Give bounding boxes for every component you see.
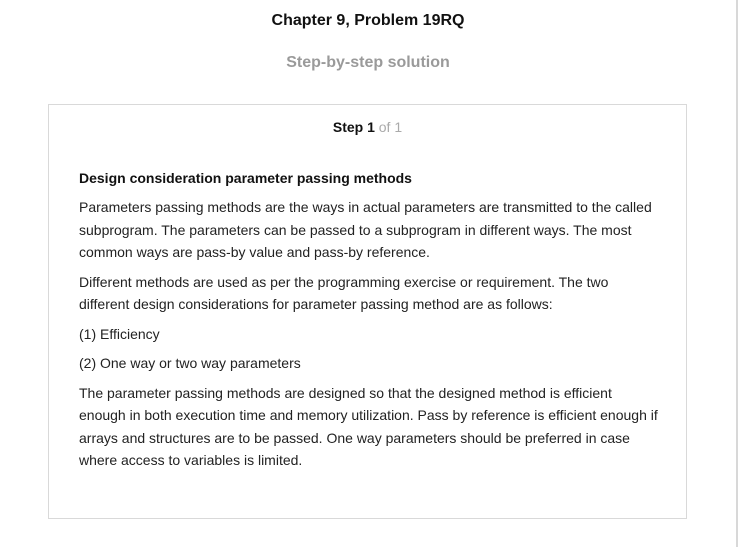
step-of-total: of 1	[378, 119, 403, 135]
chapter-title: Chapter 9, Problem 19RQ	[271, 12, 465, 29]
step-paragraph-1: Parameters passing methods are the ways …	[79, 199, 652, 260]
step-paragraph-3: The parameter passing methods are design…	[79, 384, 658, 469]
list-item-one-way-two-way: (2) One way or two way parameters	[79, 355, 301, 371]
step-card: Step 1 of 1 Design consideration paramet…	[48, 104, 687, 519]
step-body: Design consideration parameter passing m…	[79, 167, 659, 479]
solution-subtitle: Step-by-step solution	[286, 54, 450, 71]
step-label: Step 1	[332, 119, 375, 135]
step-paragraph-2: Different methods are used as per the pr…	[79, 273, 609, 313]
list-item-efficiency: (1) Efficiency	[79, 325, 160, 342]
step-indicator: Step 1 of 1	[49, 119, 686, 135]
step-heading: Design consideration parameter passing m…	[79, 170, 412, 186]
